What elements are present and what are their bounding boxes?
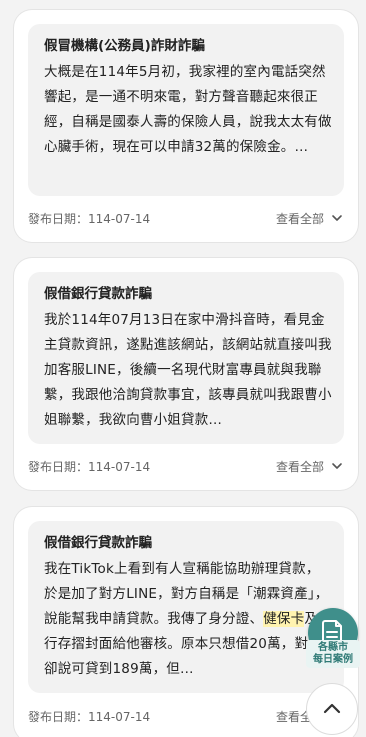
back-to-top-button[interactable] [306,683,358,735]
case-card-footer: 發布日期：114-07-14 查看全部 [28,456,344,476]
case-summary: 我於114年07月13日在家中滑抖音時，看見金主貸款資訊，遂點進該網站，該網站就… [44,312,332,428]
view-all-button[interactable]: 查看全部 [276,210,344,227]
chevron-down-icon [332,215,342,221]
case-card-footer: 發布日期：114-07-14 查看全部 [28,208,344,228]
case-card-body: 假冒機構(公務員)詐財詐騙 大概是在114年5月初，我家裡的室內電話突然響起，是… [28,24,344,196]
case-card: 假借銀行貸款詐騙 我於114年07月13日在家中滑抖音時，看見金主貸款資訊，遂點… [14,258,358,490]
daily-cases-label: 各縣市 每日案例 [306,640,360,668]
case-title: 假借銀行貸款詐騙 [44,286,152,302]
case-title: 假借銀行貸款詐騙 [44,535,152,551]
case-summary: 大概是在114年5月初，我家裡的室內電話突然響起，是一通不明來電，對方聲音聽起來… [44,64,332,155]
case-card: 假冒機構(公務員)詐財詐騙 大概是在114年5月初，我家裡的室內電話突然響起，是… [14,10,358,242]
publish-date: 發布日期：114-07-14 [28,211,151,226]
case-title: 假冒機構(公務員)詐財詐騙 [44,38,205,54]
case-card-footer: 發布日期：114-07-14 查看全部 [28,706,344,726]
publish-date: 發布日期：114-07-14 [28,709,151,724]
daily-cases-button[interactable]: 各縣市 每日案例 [304,608,362,670]
view-all-label: 查看全部 [275,211,324,226]
view-all-label: 查看全部 [275,459,324,474]
case-summary: 我在TikTok上看到有人宣稱能協助辦理貸款，於是加了對方LINE，對方自稱是「… [44,557,332,682]
publish-date: 發布日期：114-07-14 [28,459,151,474]
case-card-body: 假借銀行貸款詐騙 我在TikTok上看到有人宣稱能協助辦理貸款，於是加了對方LI… [28,521,344,693]
highlighted-keyword: 健保卡 [263,611,305,627]
chevron-up-icon [323,703,341,714]
chevron-down-icon [332,463,342,469]
daily-cases-label-line1: 各縣市 [318,642,348,653]
daily-cases-label-line2: 每日案例 [313,654,353,665]
view-all-button[interactable]: 查看全部 [276,458,344,475]
case-card-body: 假借銀行貸款詐騙 我於114年07月13日在家中滑抖音時，看見金主貸款資訊，遂點… [28,272,344,444]
